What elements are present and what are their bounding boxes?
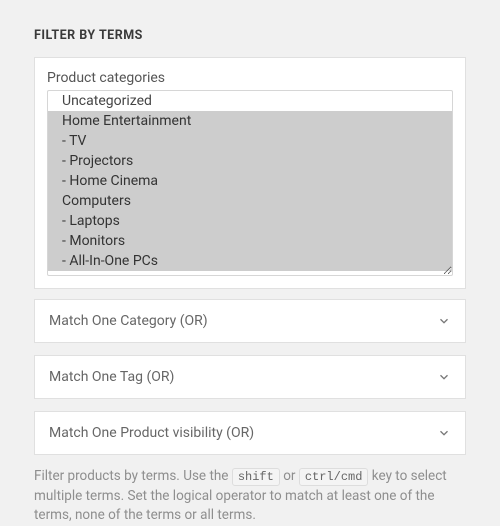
category-option[interactable]: - Home Cinema [48,171,452,191]
chevron-down-icon [437,314,451,328]
category-option[interactable]: - TV [48,131,452,151]
match-category-label: Match One Category (OR) [49,313,208,329]
product-categories-multiselect[interactable]: UncategorizedHome Entertainment- TV- Pro… [47,90,453,276]
match-visibility-label: Match One Product visibility (OR) [49,425,254,441]
category-option[interactable]: - Projectors [48,151,452,171]
chevron-down-icon [437,426,451,440]
category-option[interactable]: Uncategorized [48,91,452,111]
help-text-part: Filter products by terms. Use the [34,468,232,484]
category-option[interactable]: - Monitors [48,231,452,251]
category-option[interactable]: Home Entertainment [48,111,452,131]
match-category-dropdown[interactable]: Match One Category (OR) [34,299,466,343]
product-categories-label: Product categories [47,70,453,86]
kbd-ctrl-cmd: ctrl/cmd [299,468,369,486]
match-visibility-dropdown[interactable]: Match One Product visibility (OR) [34,411,466,455]
match-tag-label: Match One Tag (OR) [49,369,174,385]
kbd-shift: shift [232,468,280,486]
chevron-down-icon [437,370,451,384]
category-option[interactable]: - Laptops [48,211,452,231]
category-option[interactable]: - All-In-One PCs [48,251,452,271]
panel-title: FILTER BY TERMS [34,28,466,43]
help-text-part: or [283,468,299,484]
category-option[interactable]: Computers [48,191,452,211]
product-categories-card: Product categories UncategorizedHome Ent… [34,57,466,289]
help-text: Filter products by terms. Use the shift … [34,467,466,526]
match-tag-dropdown[interactable]: Match One Tag (OR) [34,355,466,399]
filter-by-terms-panel: FILTER BY TERMS Product categories Uncat… [0,0,500,526]
